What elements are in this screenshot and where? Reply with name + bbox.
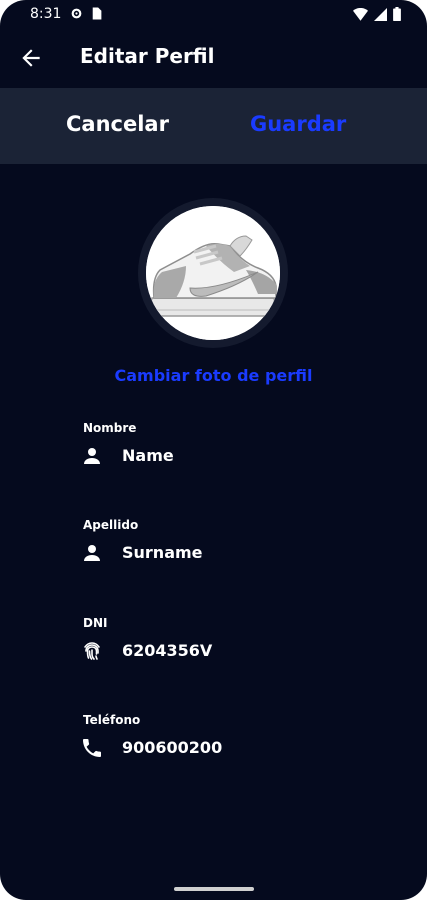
person-icon bbox=[84, 545, 100, 561]
wifi-icon bbox=[353, 7, 368, 21]
phone-field-row bbox=[80, 733, 360, 763]
name-field-row bbox=[80, 441, 360, 471]
settings-gear-icon bbox=[71, 8, 82, 19]
signal-icon bbox=[374, 7, 387, 21]
dni-field-row bbox=[80, 636, 360, 666]
surname-field-row bbox=[80, 538, 360, 568]
save-button[interactable]: Guardar bbox=[250, 112, 346, 136]
status-left-icons bbox=[70, 7, 102, 20]
dni-label: DNI bbox=[83, 616, 108, 630]
surname-input[interactable] bbox=[122, 540, 352, 564]
page-title: Editar Perfil bbox=[80, 44, 215, 68]
name-input[interactable] bbox=[122, 443, 352, 467]
dni-input[interactable] bbox=[122, 638, 352, 662]
app-bar: Editar Perfil bbox=[0, 32, 427, 86]
cancel-button[interactable]: Cancelar bbox=[66, 112, 169, 136]
home-indicator[interactable] bbox=[174, 887, 254, 891]
name-label: Nombre bbox=[83, 421, 137, 435]
sneaker-image bbox=[146, 206, 280, 340]
phone-input[interactable] bbox=[122, 735, 352, 759]
action-bar: Cancelar Guardar bbox=[0, 88, 427, 164]
status-bar: 8:31 bbox=[0, 0, 427, 32]
surname-label: Apellido bbox=[83, 518, 139, 532]
battery-icon bbox=[393, 7, 401, 21]
phone-icon bbox=[83, 739, 101, 757]
sim-card-icon bbox=[92, 7, 102, 20]
back-arrow-icon[interactable] bbox=[18, 45, 44, 71]
person-icon bbox=[84, 448, 100, 464]
phone-label: Teléfono bbox=[83, 713, 141, 727]
avatar[interactable] bbox=[146, 206, 280, 340]
change-photo-link[interactable]: Cambiar foto de perfil bbox=[0, 366, 427, 385]
phone-screen: 8:31 Editar Perfil Cancelar Guardar Camb… bbox=[0, 0, 427, 900]
status-time: 8:31 bbox=[30, 6, 62, 22]
status-right-icons bbox=[353, 7, 401, 21]
fingerprint-icon bbox=[84, 642, 100, 660]
avatar-frame bbox=[138, 198, 288, 348]
